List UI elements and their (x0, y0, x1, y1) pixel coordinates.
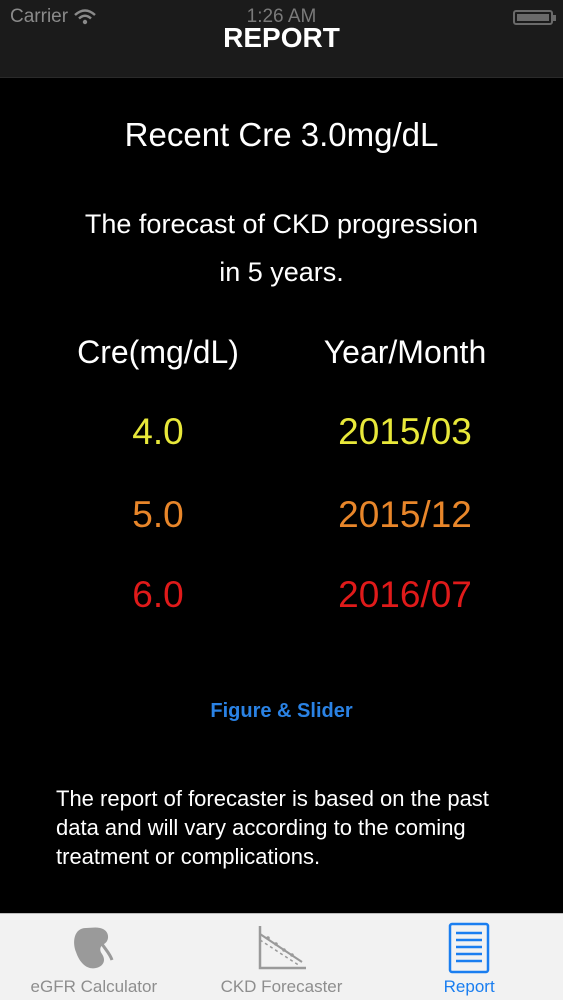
navigation-bar: Carrier 1:26 AM REPORT (0, 0, 563, 78)
forecast-date-value: 2015/12 (338, 494, 472, 535)
forecast-cre-value: 6.0 (132, 574, 184, 615)
report-disclaimer: The report of forecaster is based on the… (56, 786, 489, 869)
graph-icon (258, 926, 306, 970)
tab-ckd-forecaster[interactable]: CKD Forecaster (188, 914, 376, 1000)
forecast-cre-value: 5.0 (132, 494, 184, 535)
tab-label: Report (443, 977, 495, 996)
report-screen: Carrier 1:26 AM REPORT Recent Cre 3.0mg/… (0, 0, 563, 1000)
date-column-header: Year/Month (323, 334, 487, 370)
forecast-date-value: 2015/03 (338, 411, 472, 452)
figure-slider-link[interactable]: Figure & Slider (0, 700, 563, 723)
forecast-line-2: in 5 years. (219, 257, 344, 287)
cre-column-header: Cre(mg/dL) (77, 334, 239, 370)
page-title: REPORT (223, 22, 340, 53)
tab-label: CKD Forecaster (220, 977, 343, 996)
tab-report[interactable]: Report (375, 914, 563, 1000)
forecast-line-1: The forecast of CKD progression (84, 209, 479, 239)
tab-label: eGFR Calculator (30, 977, 158, 996)
forecast-date-value: 2016/07 (338, 574, 472, 615)
report-list-icon (448, 922, 490, 974)
forecast-description: The forecast of CKD progression in 5 yea… (40, 200, 523, 296)
tab-bar: eGFR Calculator CKD Forecaster Report (0, 913, 563, 1000)
recent-cre-text: Recent Cre 3.0mg/dL (124, 116, 439, 153)
tab-egfr-calculator[interactable]: eGFR Calculator (0, 914, 188, 1000)
forecast-cre-value: 4.0 (132, 411, 184, 452)
kidney-icon (73, 927, 114, 969)
